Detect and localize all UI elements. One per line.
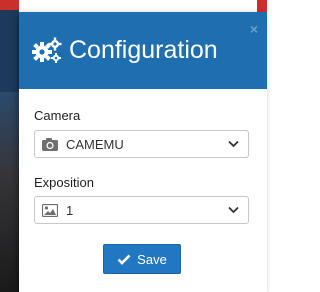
camera-select[interactable]: CAMEMU [34, 130, 249, 158]
background-page-top [19, 0, 267, 12]
save-button-label: Save [137, 251, 167, 267]
image-icon [42, 203, 58, 217]
modal-header: Configuration × [19, 12, 267, 89]
camera-label: Camera [34, 108, 81, 123]
save-button[interactable]: Save [103, 244, 181, 274]
chevron-down-icon [228, 206, 239, 214]
configuration-modal: Configuration × Camera CAMEMU Exposition [19, 12, 267, 292]
cogs-icon [32, 37, 62, 63]
close-icon[interactable]: × [250, 22, 258, 36]
exposition-select-value: 1 [66, 202, 74, 218]
modal-title: Configuration [32, 32, 218, 68]
camera-select-value: CAMEMU [66, 136, 124, 152]
modal-title-text: Configuration [69, 35, 218, 64]
exposition-select[interactable]: 1 [34, 196, 249, 224]
exposition-label: Exposition [34, 175, 94, 190]
camera-icon [42, 137, 58, 151]
chevron-down-icon [228, 140, 239, 148]
check-icon [117, 254, 131, 265]
background-page-left [0, 0, 19, 292]
